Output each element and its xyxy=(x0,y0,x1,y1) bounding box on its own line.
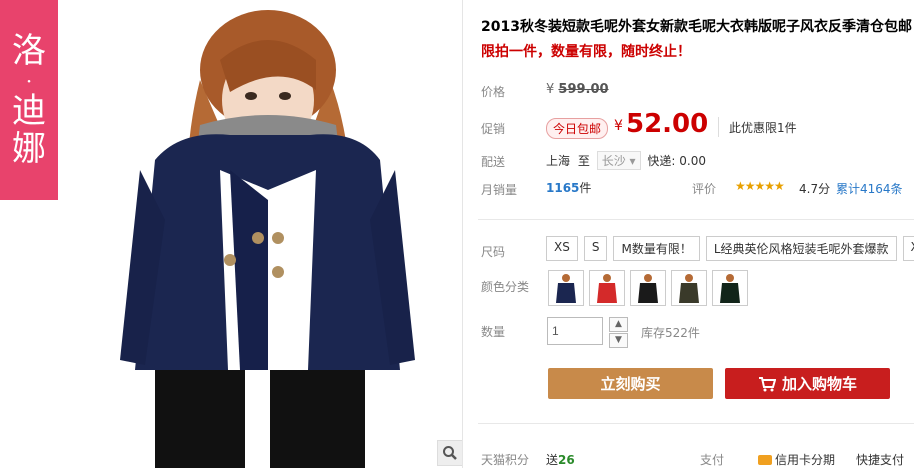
points-info: 送26 xyxy=(546,451,575,468)
quantity-decrease-button[interactable]: ▼ xyxy=(609,333,628,348)
brand-logo: 洛 · 迪 娜 xyxy=(0,0,58,200)
size-option[interactable]: XL xyxy=(902,236,914,261)
promo-note: 此优惠限1件 xyxy=(729,121,797,135)
promo-divider xyxy=(718,117,719,137)
size-option[interactable]: M数量有限！ xyxy=(613,236,700,261)
rating-stars-icon: ★★★★★ xyxy=(735,179,785,193)
shipping-fee: 快递: 0.00 xyxy=(647,154,706,168)
ship-to-word: 至 xyxy=(577,154,590,168)
sales-count: 1165 xyxy=(546,181,580,195)
color-label: 颜色分类 xyxy=(481,280,530,294)
monthly-sales: 1165件 xyxy=(546,179,591,196)
product-photo[interactable] xyxy=(80,0,460,468)
stock-count: 库存522件 xyxy=(641,326,700,340)
free-shipping-badge: 今日包邮 xyxy=(546,118,609,139)
review-label: 评价 xyxy=(692,182,717,196)
quantity-increase-button[interactable]: ▲ xyxy=(609,317,628,332)
add-to-cart-button[interactable]: 加入购物车 xyxy=(725,368,890,399)
product-gallery: 洛 · 迪 娜 xyxy=(0,0,463,468)
credit-installment[interactable]: 信用卡分期 xyxy=(758,451,835,468)
quantity-input[interactable] xyxy=(547,317,603,345)
credit-label: 信用卡分期 xyxy=(775,453,836,467)
brand-char: 娜 xyxy=(12,129,46,169)
cart-icon xyxy=(758,376,776,391)
magnifier-icon xyxy=(443,446,457,460)
coat-thumbnail-icon xyxy=(638,274,658,303)
points-value: 26 xyxy=(558,453,575,467)
size-option[interactable]: S xyxy=(583,236,608,261)
color-swatch[interactable] xyxy=(671,270,707,306)
size-option[interactable]: XS xyxy=(546,236,578,261)
divider xyxy=(478,423,914,424)
currency-symbol: ¥ xyxy=(614,118,623,134)
sales-unit: 件 xyxy=(579,181,592,195)
points-label: 天猫积分 xyxy=(481,453,530,467)
price-label: 价格 xyxy=(481,85,506,99)
product-info: 2013秋冬装短款毛呢外套女新款毛呢大衣韩版呢子风衣反季清仓包邮 限拍一件，数量… xyxy=(478,0,914,468)
sales-label: 月销量 xyxy=(481,183,518,197)
coat-thumbnail-icon xyxy=(556,274,576,303)
color-swatch[interactable] xyxy=(548,270,584,306)
city-select[interactable]: 长沙 ▾ xyxy=(596,151,641,170)
current-price: 52.00 xyxy=(626,109,709,139)
points-prefix: 送 xyxy=(546,453,559,467)
color-swatch[interactable] xyxy=(630,270,666,306)
size-options: XS S M数量有限！ L经典英伦风格短装毛呢外套爆款 XL xyxy=(546,236,914,261)
ship-from: 上海 xyxy=(546,154,571,168)
shipping-info: 上海 至 长沙 ▾ 快递: 0.00 xyxy=(546,151,706,170)
color-options xyxy=(548,270,748,306)
coat-thumbnail-icon xyxy=(679,274,699,303)
review-count-link[interactable]: 累计4164条 xyxy=(836,180,903,197)
product-subtitle: 限拍一件，数量有限，随时终止！ xyxy=(481,44,691,60)
brand-char: 迪 xyxy=(12,91,46,131)
payment-label: 支付 xyxy=(700,453,725,467)
size-label: 尺码 xyxy=(481,245,506,259)
brand-char: 洛 xyxy=(12,31,46,71)
divider xyxy=(478,219,914,220)
brand-char: · xyxy=(25,69,33,93)
buy-now-button[interactable]: 立刻购买 xyxy=(548,368,713,399)
original-price: ¥ 599.00 xyxy=(546,82,609,97)
product-title: 2013秋冬装短款毛呢外套女新款毛呢大衣韩版呢子风衣反季清仓包邮 xyxy=(481,19,912,35)
quick-pay[interactable]: 快捷支付 xyxy=(856,451,904,468)
size-option[interactable]: L经典英伦风格短装毛呢外套爆款 xyxy=(705,236,897,261)
coat-thumbnail-icon xyxy=(720,274,740,303)
currency-symbol: ¥ xyxy=(546,82,555,97)
zoom-button[interactable] xyxy=(437,440,462,466)
credit-card-icon xyxy=(758,455,772,465)
coat-thumbnail-icon xyxy=(597,274,617,303)
color-swatch[interactable] xyxy=(712,270,748,306)
chevron-down-icon: ▾ xyxy=(629,154,636,168)
original-price-value: 599.00 xyxy=(558,82,609,97)
color-swatch[interactable] xyxy=(589,270,625,306)
rating-score: 4.7分 xyxy=(799,182,831,196)
city-value: 长沙 xyxy=(601,154,626,168)
shipping-label: 配送 xyxy=(481,155,506,169)
add-to-cart-label: 加入购物车 xyxy=(781,375,857,393)
quantity-label: 数量 xyxy=(481,325,506,339)
promo-label: 促销 xyxy=(481,122,506,136)
